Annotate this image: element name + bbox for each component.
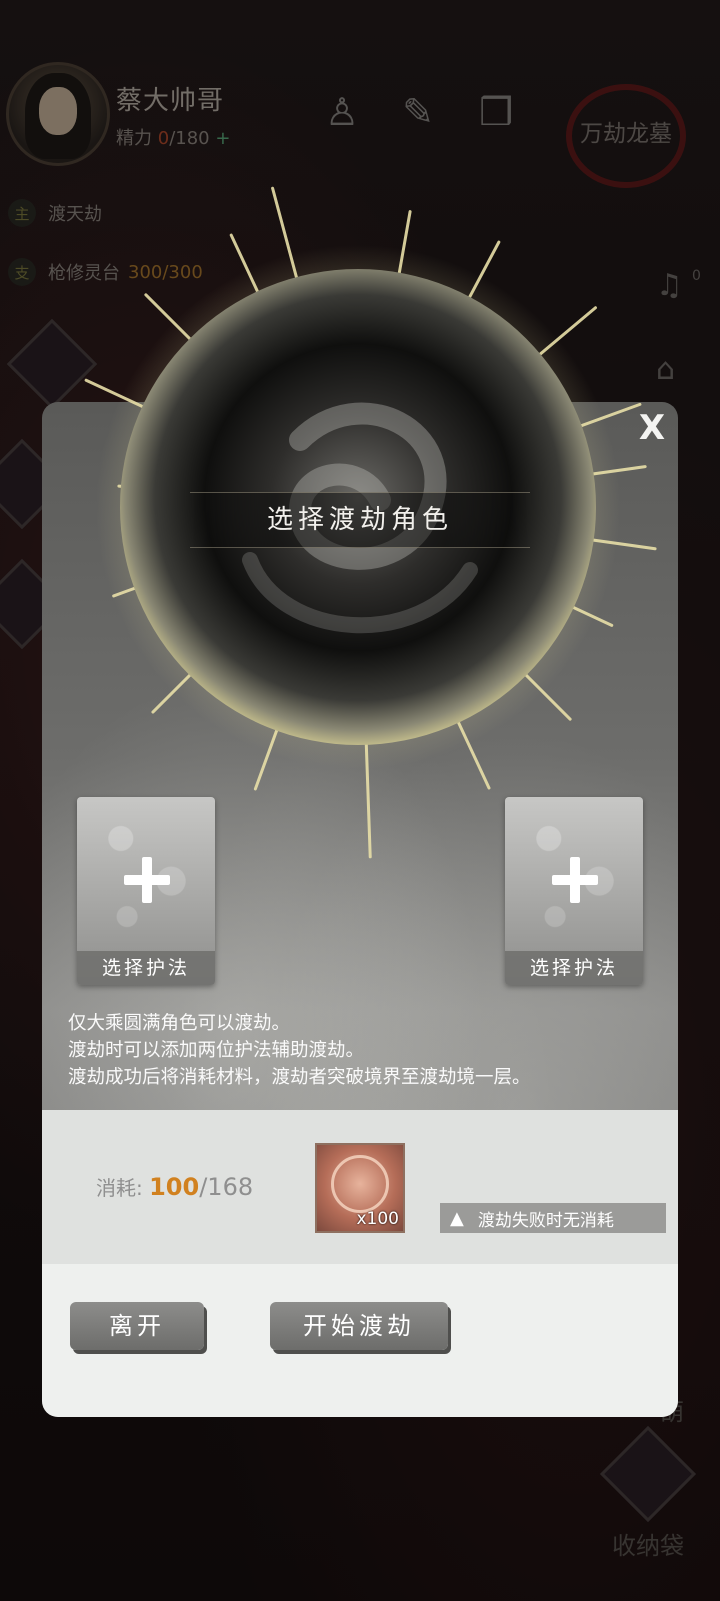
warning-note: ▲ 渡劫失败时无消耗 — [440, 1203, 666, 1233]
rules-text: 仅大乘圆满角色可以渡劫。 渡劫时可以添加两位护法辅助渡劫。 渡劫成功后将消耗材料… — [68, 1010, 531, 1091]
cost-label: 消耗: — [96, 1176, 143, 1200]
cost-need: /168 — [199, 1173, 254, 1201]
warning-text: 渡劫失败时无消耗 — [477, 1210, 614, 1231]
material-item-icon[interactable]: x100 — [315, 1143, 405, 1233]
warning-icon: ▲ — [450, 1207, 464, 1229]
plus-icon — [142, 857, 152, 903]
guardian-slot-left[interactable]: 选择护法 — [77, 797, 215, 985]
rule-line: 仅大乘圆满角色可以渡劫。 — [68, 1013, 291, 1034]
leave-button[interactable]: 离开 — [70, 1302, 204, 1350]
slot-label: 选择护法 — [505, 951, 643, 985]
cost-have: 100 — [149, 1173, 200, 1201]
guardian-slot-right[interactable]: 选择护法 — [505, 797, 643, 985]
rule-line: 渡劫时可以添加两位护法辅助渡劫。 — [68, 1040, 365, 1061]
start-tribulation-button[interactable]: 开始渡劫 — [270, 1302, 448, 1350]
rule-line: 渡劫成功后将消耗材料，渡劫者突破境界至渡劫境一层。 — [68, 1067, 531, 1088]
coin-icon — [331, 1155, 389, 1213]
plus-icon — [570, 857, 580, 903]
dialog-title: 选择渡劫角色 — [190, 492, 530, 548]
slot-label: 选择护法 — [77, 951, 215, 985]
close-button[interactable]: X — [632, 408, 672, 448]
item-quantity: x100 — [356, 1209, 399, 1229]
cost-display: 消耗: 100/168 — [96, 1172, 253, 1201]
